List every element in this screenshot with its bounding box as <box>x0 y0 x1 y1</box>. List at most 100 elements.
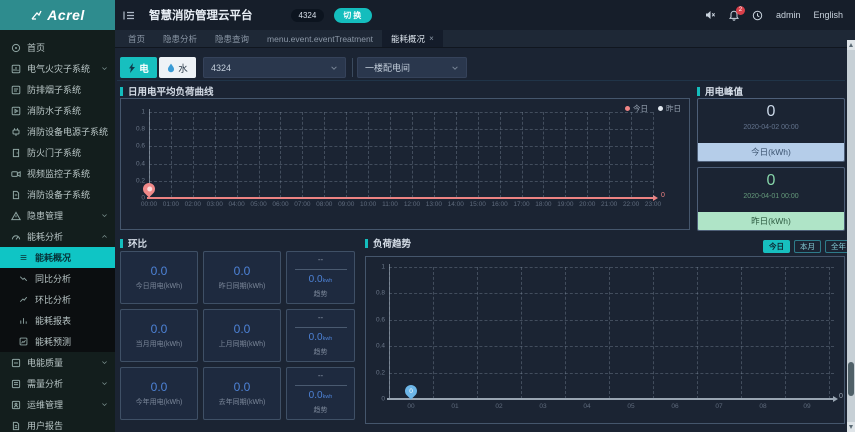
clock-icon[interactable] <box>752 10 763 21</box>
gridline-vertical <box>302 112 304 198</box>
header-main: 智慧消防管理云平台 4324 切换 2 admin English <box>115 0 855 30</box>
electric-toggle-button[interactable]: 电 <box>120 57 157 78</box>
stat-value: 0.0 <box>233 264 251 278</box>
x-axis-tick-label: 02:00 <box>184 201 201 208</box>
sidebar-item-label: 电能质量 <box>27 358 64 368</box>
sidebar-item-home[interactable]: 首页 <box>0 37 115 58</box>
scrollbar[interactable] <box>847 40 855 432</box>
sidebar-item-label: 消防水子系统 <box>27 106 82 116</box>
y-axis-tick-label: 1 <box>381 263 385 271</box>
trend-value: 0.0kwh <box>308 274 333 285</box>
video-icon <box>11 169 21 179</box>
gridline-vertical <box>521 112 523 198</box>
stat-label: 当月用电(kWh) <box>135 341 183 348</box>
sidebar-item-energy-analysis[interactable]: 能耗分析 <box>0 226 115 247</box>
tab-label: 隐患分析 <box>163 33 198 44</box>
bell-icon[interactable]: 2 <box>728 5 745 21</box>
sidebar-item-user-report[interactable]: 用户报告 <box>0 415 115 432</box>
sidebar-item-label: 视频监控子系统 <box>27 169 91 179</box>
scrollbar-thumb[interactable] <box>848 362 854 396</box>
sidebar-item-energy-overview[interactable]: 能耗概况 <box>0 247 115 268</box>
stat-value: 0.0 <box>150 264 168 278</box>
huanbi-stat-box: 0.0 当月用电(kWh) <box>120 309 198 362</box>
sidebar-item-electrical-fire-subsystem[interactable]: 电气火灾子系统 <box>0 58 115 79</box>
sidebar-item-fire-water-subsystem[interactable]: 消防水子系统 <box>0 100 115 121</box>
gridline-vertical <box>499 112 501 198</box>
scroll-down-button[interactable] <box>847 422 855 432</box>
scroll-up-button[interactable] <box>847 40 855 50</box>
x-axis-tick-label: 14:00 <box>447 201 464 208</box>
x-axis-tick-label: 09 <box>803 403 811 410</box>
gridline-horizontal <box>149 163 653 165</box>
peak-date: 2020-04-01 00:00 <box>743 193 799 200</box>
filter-separator <box>117 80 845 81</box>
gridline-vertical <box>214 112 216 198</box>
x-axis-tick-label: 19:00 <box>557 201 574 208</box>
sidebar-item-ops-management[interactable]: 运维管理 <box>0 394 115 415</box>
trend-range-button[interactable]: 今日 <box>763 240 790 253</box>
sidebar-collapse-icon[interactable] <box>123 10 135 21</box>
stat-value: 0.0 <box>150 322 168 336</box>
station-badge: 4324 <box>290 8 325 22</box>
sidebar-item-label: 电气火灾子系统 <box>27 64 91 74</box>
gridline-horizontal <box>389 293 834 295</box>
sidebar-item-hazard-management[interactable]: 隐患管理 <box>0 205 115 226</box>
sidebar-item-energy-forecast[interactable]: 能耗预测 <box>0 331 115 352</box>
sidebar-item-label: 防火门子系统 <box>27 148 82 158</box>
legend-item[interactable]: 昨日 <box>658 103 681 114</box>
gridline-vertical <box>258 112 260 198</box>
sidebar-item-energy-report[interactable]: 能耗报表 <box>0 310 115 331</box>
x-axis-tick-label: 23:00 <box>644 201 662 208</box>
sidebar-item-fire-door-subsystem[interactable]: 防火门子系统 <box>0 142 115 163</box>
gridline-vertical <box>741 267 742 399</box>
sidebar-item-demand-analysis[interactable]: 需量分析 <box>0 373 115 394</box>
sidebar-item-label: 运维管理 <box>27 400 64 410</box>
sidebar-item-power-quality[interactable]: 电能质量 <box>0 352 115 373</box>
x-axis-tick-label: 00:00 <box>140 201 158 208</box>
header-actions: 2 admin English <box>705 5 843 21</box>
tab-hazard-analysis[interactable]: 隐患分析 <box>154 30 206 47</box>
close-icon[interactable]: × <box>429 34 434 43</box>
sidebar-item-mom-analysis[interactable]: 环比分析 <box>0 289 115 310</box>
sidebar-item-fire-equipment-power-subsystem[interactable]: 消防设备电源子系统 <box>0 121 115 142</box>
main-content: 电 水 4324 一楼配电间 日用电平均负荷曲线 用电峰值 环比 负荷趋势 今日… <box>115 48 855 432</box>
x-axis-tick-label: 04:00 <box>228 201 245 208</box>
brand-logo[interactable]: Acrel <box>0 0 115 30</box>
gridline-vertical <box>389 267 390 399</box>
gridline-horizontal <box>149 112 653 113</box>
x-axis-tick-label: 02 <box>495 403 503 410</box>
sidebar-item-smoke-exhaust-subsystem[interactable]: 防排烟子系统 <box>0 79 115 100</box>
trend-value: 0.0kwh <box>308 390 333 401</box>
smoke-exhaust-icon <box>11 85 21 95</box>
trend-range-button[interactable]: 本月 <box>794 240 821 253</box>
sidebar-item-video-monitoring-subsystem[interactable]: 视频监控子系统 <box>0 163 115 184</box>
peak-label: 今日(kWh) <box>698 143 844 161</box>
tab-event-treatment[interactable]: menu.event.eventTreatment <box>258 30 382 47</box>
legend-dot <box>625 106 630 111</box>
station-select[interactable]: 4324 <box>203 57 346 78</box>
user-menu[interactable]: admin <box>776 10 801 20</box>
x-axis-line <box>147 197 653 199</box>
chevron-down-icon <box>101 212 108 219</box>
sidebar-item-label: 能耗分析 <box>27 232 64 242</box>
language-switch[interactable]: English <box>813 10 843 20</box>
tab-energy-overview[interactable]: 能耗概况 × <box>382 30 443 47</box>
gridline-vertical <box>477 267 478 399</box>
water-toggle-button[interactable]: 水 <box>159 57 196 78</box>
daily-load-curve-chart: 今日 昨日 0 0 0.2 0.4 0.6 0.8 1 00:00 01:00 02:00 03:0… <box>120 98 690 230</box>
x-axis-tick-label: 10:00 <box>359 201 377 208</box>
chevron-down-icon <box>101 380 108 387</box>
tab-home[interactable]: 首页 <box>119 30 154 47</box>
bolt-icon <box>128 62 136 73</box>
gridline-vertical <box>697 267 698 399</box>
room-select[interactable]: 一楼配电间 <box>357 57 467 78</box>
electrical-fire-icon <box>11 64 21 74</box>
y-axis-tick-label: 0.2 <box>135 177 145 185</box>
huanbi-trend-box: -- 0.0kwh 趋势 <box>286 251 355 304</box>
tab-hazard-query[interactable]: 隐患查询 <box>206 30 258 47</box>
sidebar-item-yoy-analysis[interactable]: 同比分析 <box>0 268 115 289</box>
speaker-mute-icon[interactable] <box>705 10 716 20</box>
sidebar-item-fire-equipment-subsystem[interactable]: 消防设备子系统 <box>0 184 115 205</box>
switch-button[interactable]: 切换 <box>334 7 373 23</box>
stat-label: 上月同期(kWh) <box>218 341 266 348</box>
